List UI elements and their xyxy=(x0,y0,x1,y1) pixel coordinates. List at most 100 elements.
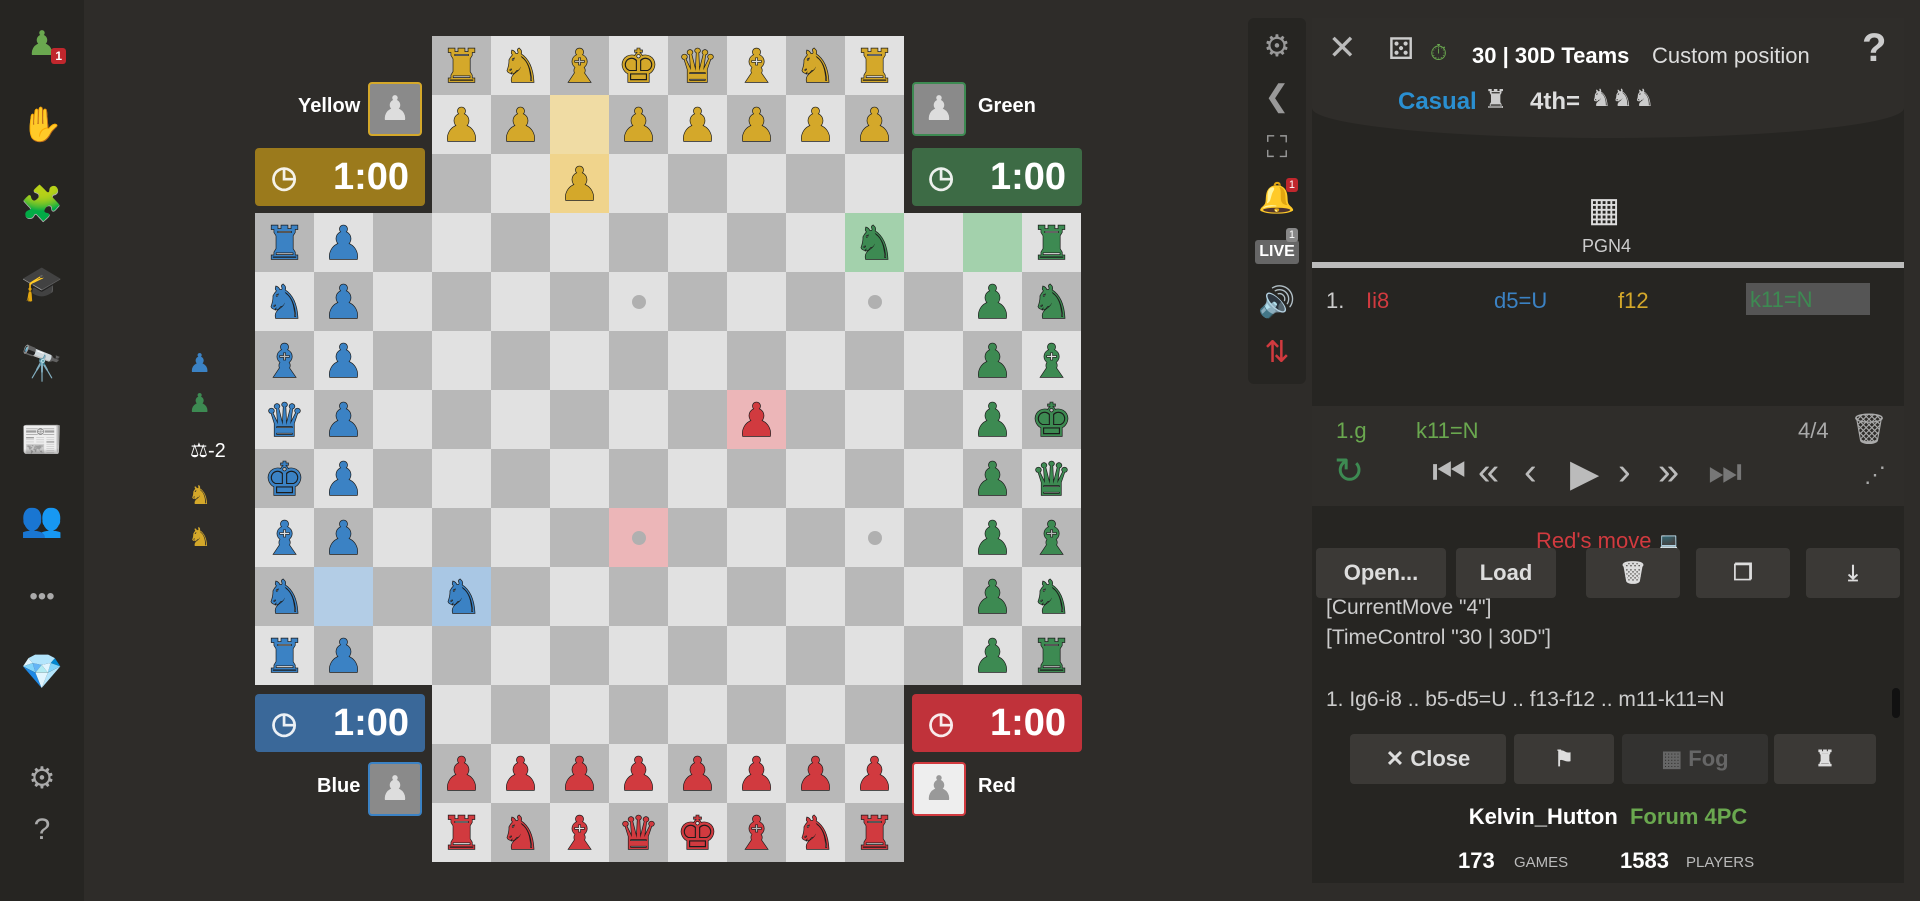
play-icon[interactable]: ▶ xyxy=(1570,451,1599,496)
sidebar-item-news[interactable]: 📰 xyxy=(20,418,64,462)
square-j14[interactable]: ♞ xyxy=(786,36,845,95)
square-k11[interactable]: ♞ xyxy=(845,213,904,272)
resign-button[interactable]: ⚑ xyxy=(1514,734,1614,784)
square-h11[interactable] xyxy=(668,213,727,272)
square-d11[interactable] xyxy=(432,213,491,272)
square-j2[interactable]: ♟ xyxy=(786,744,845,803)
green-pawn-icon[interactable]: ♟ xyxy=(971,278,1014,325)
blue-pawn-icon[interactable]: ♟ xyxy=(322,455,365,502)
last-move-icon[interactable]: ⏭ xyxy=(1708,451,1742,494)
red-pawn-icon[interactable]: ♟ xyxy=(676,750,719,797)
square-i9[interactable] xyxy=(727,331,786,390)
square-e2[interactable]: ♟ xyxy=(491,744,550,803)
square-k2[interactable]: ♟ xyxy=(845,744,904,803)
red-pawn-icon[interactable]: ♟ xyxy=(853,750,896,797)
square-a7[interactable]: ♚ xyxy=(255,449,314,508)
sidebar-item-computer[interactable]: ✋ xyxy=(20,103,64,147)
red-king-icon[interactable]: ♚ xyxy=(676,809,719,856)
square-e9[interactable] xyxy=(491,331,550,390)
green-bishop-icon[interactable]: ♝ xyxy=(1030,514,1073,561)
square-g10[interactable] xyxy=(609,272,668,331)
square-n10[interactable]: ♞ xyxy=(1022,272,1081,331)
green-king-icon[interactable]: ♚ xyxy=(1030,396,1073,443)
square-j4[interactable] xyxy=(786,626,845,685)
first-move-icon[interactable]: ⏮ xyxy=(1432,451,1466,494)
yellow-king-icon[interactable]: ♚ xyxy=(617,42,660,89)
red-knight-icon[interactable]: ♞ xyxy=(794,809,837,856)
help-icon[interactable]: ? xyxy=(1862,26,1886,71)
square-k14[interactable]: ♜ xyxy=(845,36,904,95)
square-j9[interactable] xyxy=(786,331,845,390)
square-c7[interactable] xyxy=(373,449,432,508)
square-h12[interactable] xyxy=(668,154,727,213)
square-j6[interactable] xyxy=(786,508,845,567)
square-j8[interactable] xyxy=(786,390,845,449)
square-g3[interactable] xyxy=(609,685,668,744)
blue-rook-icon[interactable]: ♜ xyxy=(263,219,306,266)
sidebar-item-settings[interactable]: ⚙ xyxy=(20,756,64,800)
square-d2[interactable]: ♟ xyxy=(432,744,491,803)
square-f6[interactable] xyxy=(550,508,609,567)
green-pawn-icon[interactable]: ♟ xyxy=(971,632,1014,679)
blue-queen-icon[interactable]: ♛ xyxy=(263,396,306,443)
square-a6[interactable]: ♝ xyxy=(255,508,314,567)
square-a11[interactable]: ♜ xyxy=(255,213,314,272)
forward-icon[interactable]: › xyxy=(1618,451,1631,494)
square-d13[interactable]: ♟ xyxy=(432,95,491,154)
square-e6[interactable] xyxy=(491,508,550,567)
square-f2[interactable]: ♟ xyxy=(550,744,609,803)
square-d8[interactable] xyxy=(432,390,491,449)
square-d9[interactable] xyxy=(432,331,491,390)
square-k12[interactable] xyxy=(845,154,904,213)
square-n9[interactable]: ♝ xyxy=(1022,331,1081,390)
square-g5[interactable] xyxy=(609,567,668,626)
square-h14[interactable]: ♛ xyxy=(668,36,727,95)
download-button[interactable]: ⤓ xyxy=(1806,548,1900,598)
sidebar-item-learn[interactable]: 🎓 xyxy=(20,262,64,306)
green-knight-icon[interactable]: ♞ xyxy=(853,219,896,266)
square-i5[interactable] xyxy=(727,567,786,626)
square-f7[interactable] xyxy=(550,449,609,508)
square-a10[interactable]: ♞ xyxy=(255,272,314,331)
square-d7[interactable] xyxy=(432,449,491,508)
move-blue[interactable]: d5=U xyxy=(1494,288,1547,314)
yellow-pawn-icon[interactable]: ♟ xyxy=(558,160,601,207)
square-l6[interactable] xyxy=(904,508,963,567)
yellow-rook-icon[interactable]: ♜ xyxy=(440,42,483,89)
green-rook-icon[interactable]: ♜ xyxy=(1030,219,1073,266)
square-k3[interactable] xyxy=(845,685,904,744)
square-h10[interactable] xyxy=(668,272,727,331)
blue-pawn-icon[interactable]: ♟ xyxy=(322,396,365,443)
square-k4[interactable] xyxy=(845,626,904,685)
square-i6[interactable] xyxy=(727,508,786,567)
forward-fast-icon[interactable]: » xyxy=(1658,451,1679,494)
square-c11[interactable] xyxy=(373,213,432,272)
square-k7[interactable] xyxy=(845,449,904,508)
square-l5[interactable] xyxy=(904,567,963,626)
square-f8[interactable] xyxy=(550,390,609,449)
square-i2[interactable]: ♟ xyxy=(727,744,786,803)
square-n5[interactable]: ♞ xyxy=(1022,567,1081,626)
square-m5[interactable]: ♟ xyxy=(963,567,1022,626)
square-h6[interactable] xyxy=(668,508,727,567)
square-a8[interactable]: ♛ xyxy=(255,390,314,449)
square-a9[interactable]: ♝ xyxy=(255,331,314,390)
yellow-pawn-icon[interactable]: ♟ xyxy=(853,101,896,148)
square-i4[interactable] xyxy=(727,626,786,685)
square-a4[interactable]: ♜ xyxy=(255,626,314,685)
square-b8[interactable]: ♟ xyxy=(314,390,373,449)
blue-bishop-icon[interactable]: ♝ xyxy=(263,514,306,561)
square-g14[interactable]: ♚ xyxy=(609,36,668,95)
square-g11[interactable] xyxy=(609,213,668,272)
square-k9[interactable] xyxy=(845,331,904,390)
forum-link[interactable]: Forum 4PC xyxy=(1630,804,1747,829)
red-pawn-icon[interactable]: ♟ xyxy=(735,396,778,443)
square-j10[interactable] xyxy=(786,272,845,331)
square-j1[interactable]: ♞ xyxy=(786,803,845,862)
blue-knight-icon[interactable]: ♞ xyxy=(263,573,306,620)
yellow-rook-icon[interactable]: ♜ xyxy=(853,42,896,89)
square-i7[interactable] xyxy=(727,449,786,508)
square-h1[interactable]: ♚ xyxy=(668,803,727,862)
blue-pawn-icon[interactable]: ♟ xyxy=(322,632,365,679)
square-a5[interactable]: ♞ xyxy=(255,567,314,626)
